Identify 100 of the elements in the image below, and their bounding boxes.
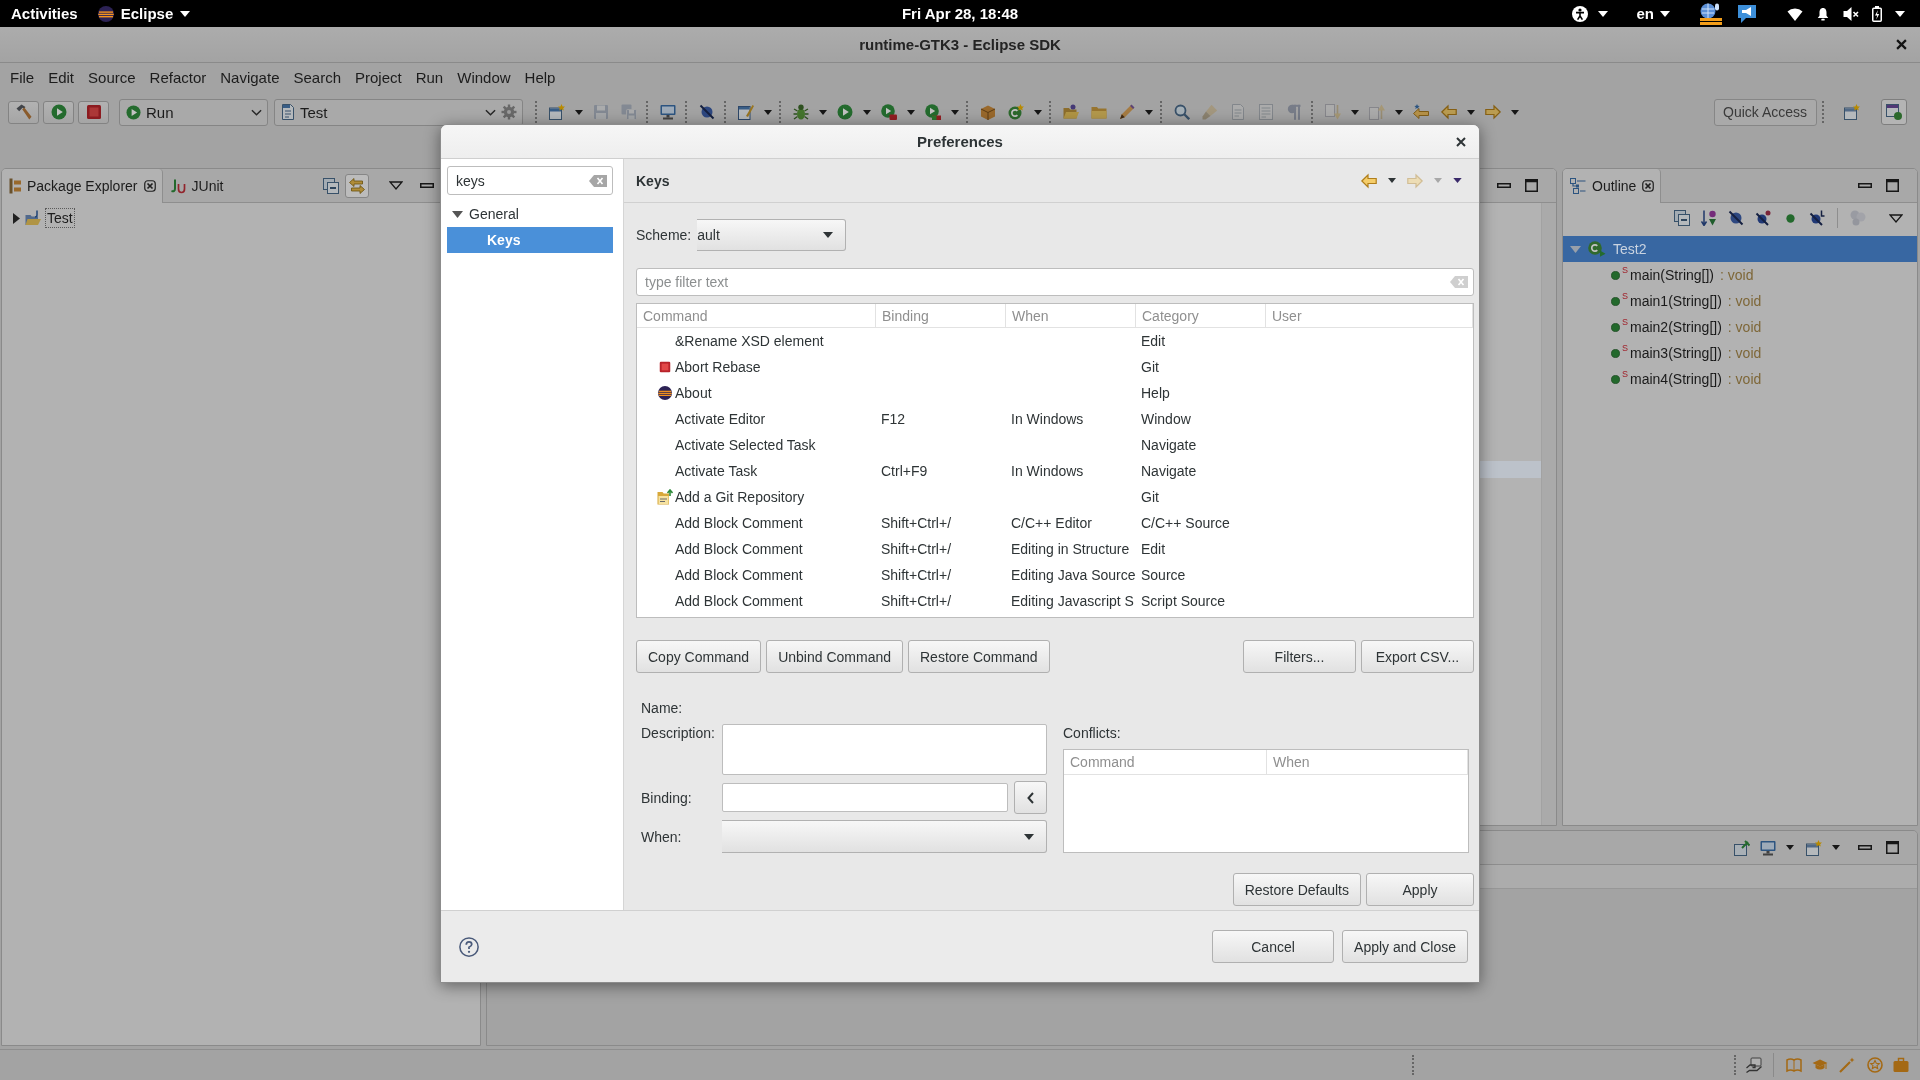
command-button[interactable]: Copy Command <box>636 640 762 673</box>
scheme-combo[interactable]: ault <box>697 219 847 251</box>
menu-item[interactable]: Window <box>450 69 518 86</box>
minimize-icon[interactable] <box>1858 183 1872 188</box>
launch-configuration-combo[interactable]: Test <box>274 98 523 126</box>
menu-item[interactable]: Help <box>517 69 563 86</box>
command-button[interactable]: Unbind Command <box>766 640 903 673</box>
play-bar-icon[interactable] <box>925 104 941 120</box>
hand-icon[interactable] <box>1746 1057 1762 1073</box>
link-toggle[interactable] <box>345 173 369 198</box>
view-menu-icon[interactable] <box>1453 178 1462 183</box>
collapse-all-icon[interactable] <box>323 177 339 194</box>
view-tab[interactable]: Outline <box>1563 169 1662 203</box>
menu-item[interactable]: Edit <box>41 69 82 86</box>
launch-mode-combo[interactable]: Run <box>119 98 268 126</box>
quick-access-field[interactable]: Quick Access <box>1714 98 1817 126</box>
dot-icon[interactable] <box>1785 213 1795 223</box>
toolbar-button[interactable] <box>43 100 74 124</box>
app-menu[interactable]: Eclipse <box>97 0 191 27</box>
toolbar-button[interactable] <box>78 100 109 124</box>
table-button[interactable]: Filters... <box>1243 640 1356 673</box>
search-field[interactable]: keys <box>447 166 613 195</box>
minimize-icon[interactable] <box>420 183 434 188</box>
slashed-arrow-icon[interactable] <box>1809 210 1825 226</box>
caret-icon[interactable] <box>951 109 959 115</box>
menu-item[interactable]: Refactor <box>142 69 214 86</box>
close-icon[interactable] <box>1896 39 1907 50</box>
caret-icon[interactable] <box>1832 845 1840 850</box>
tree-item[interactable]: General <box>447 201 613 227</box>
caret-icon[interactable] <box>907 109 915 115</box>
menu-item[interactable]: Navigate <box>213 69 287 86</box>
command-button[interactable]: Restore Command <box>908 640 1050 673</box>
back-arrow-icon[interactable] <box>1361 172 1377 189</box>
globe-tray-icon[interactable] <box>1700 2 1722 25</box>
dialog-button[interactable]: Apply and Close <box>1342 930 1468 963</box>
monitor-icon[interactable] <box>660 104 676 120</box>
pen-icon[interactable] <box>1119 104 1135 120</box>
toolbar-button[interactable] <box>8 100 39 124</box>
caret-icon[interactable] <box>1511 109 1519 115</box>
close-icon[interactable] <box>1642 180 1655 192</box>
binding-field[interactable] <box>722 783 1008 812</box>
dialog-button[interactable]: Cancel <box>1212 930 1335 963</box>
caret-icon[interactable] <box>1034 109 1042 115</box>
table-button[interactable]: Export CSV... <box>1361 640 1474 673</box>
caret-icon[interactable] <box>764 109 772 115</box>
binding-menu-button[interactable] <box>1014 781 1047 814</box>
close-icon[interactable] <box>1456 136 1466 147</box>
view-tab[interactable]: Package Explorer <box>2 169 163 203</box>
monitor-icon[interactable] <box>1760 839 1776 856</box>
package-icon[interactable] <box>980 104 996 120</box>
view-tab[interactable]: JUnit <box>162 169 231 202</box>
caret-icon[interactable] <box>1388 178 1396 183</box>
menu-item[interactable]: Source <box>81 69 143 86</box>
menu-item[interactable]: Project <box>348 69 409 86</box>
page-button[interactable]: Restore Defaults <box>1232 873 1361 906</box>
input-source-menu[interactable]: en <box>1636 0 1670 27</box>
clock[interactable]: Fri Apr 28, 18:48 <box>901 0 1019 27</box>
open-folder-icon[interactable] <box>1063 104 1079 120</box>
tree-item[interactable]: Test2 <box>1563 236 1917 262</box>
chat-bubble-icon[interactable] <box>1737 3 1757 24</box>
slashed-circle-icon[interactable] <box>1728 210 1744 226</box>
minimize-icon[interactable] <box>1497 183 1511 188</box>
tree-item[interactable]: Test <box>45 208 75 228</box>
menu-item[interactable]: File <box>3 69 42 86</box>
caret-icon[interactable] <box>575 109 583 115</box>
sort-icon[interactable] <box>1701 210 1717 226</box>
description-field[interactable] <box>722 724 1047 775</box>
help-icon[interactable] <box>459 936 479 957</box>
activities-button[interactable]: Activities <box>11 0 78 27</box>
minimize-icon[interactable] <box>1858 845 1872 850</box>
bug-icon[interactable] <box>793 104 809 120</box>
play-toolbox-icon[interactable] <box>881 104 897 120</box>
play-icon[interactable] <box>837 104 853 120</box>
window-pen-icon[interactable] <box>738 104 754 120</box>
window-star-icon[interactable] <box>1806 839 1822 856</box>
menu-item[interactable]: Search <box>286 69 348 86</box>
pin-window-icon[interactable] <box>1734 839 1750 856</box>
page-button[interactable]: Apply <box>1366 873 1474 906</box>
filter-field[interactable]: type filter text <box>636 268 1474 296</box>
slashed-circle-icon[interactable] <box>699 104 715 120</box>
new-window-icon[interactable] <box>549 104 565 120</box>
slashed-dot-icon[interactable] <box>1755 210 1771 226</box>
class-plus-icon[interactable] <box>1008 104 1024 120</box>
perspective-button[interactable] <box>1881 99 1907 125</box>
gear-icon[interactable] <box>501 104 517 120</box>
caret-icon[interactable] <box>819 109 827 115</box>
caret-icon[interactable] <box>1786 845 1794 850</box>
caret-icon[interactable] <box>863 109 871 115</box>
maximize-icon[interactable] <box>1886 179 1899 192</box>
collapse-all-icon[interactable] <box>1674 210 1690 226</box>
view-menu-icon[interactable] <box>1889 213 1903 223</box>
menu-item[interactable]: Run <box>408 69 451 86</box>
arrow-star-icon[interactable] <box>1413 104 1429 120</box>
maximize-icon[interactable] <box>1525 179 1538 192</box>
caret-icon[interactable] <box>1467 109 1475 115</box>
magnifier-icon[interactable] <box>1174 104 1190 120</box>
caret-icon[interactable] <box>1145 109 1153 115</box>
view-menu-icon[interactable] <box>389 181 403 190</box>
maximize-icon[interactable] <box>1886 841 1899 854</box>
close-icon[interactable] <box>143 180 156 192</box>
